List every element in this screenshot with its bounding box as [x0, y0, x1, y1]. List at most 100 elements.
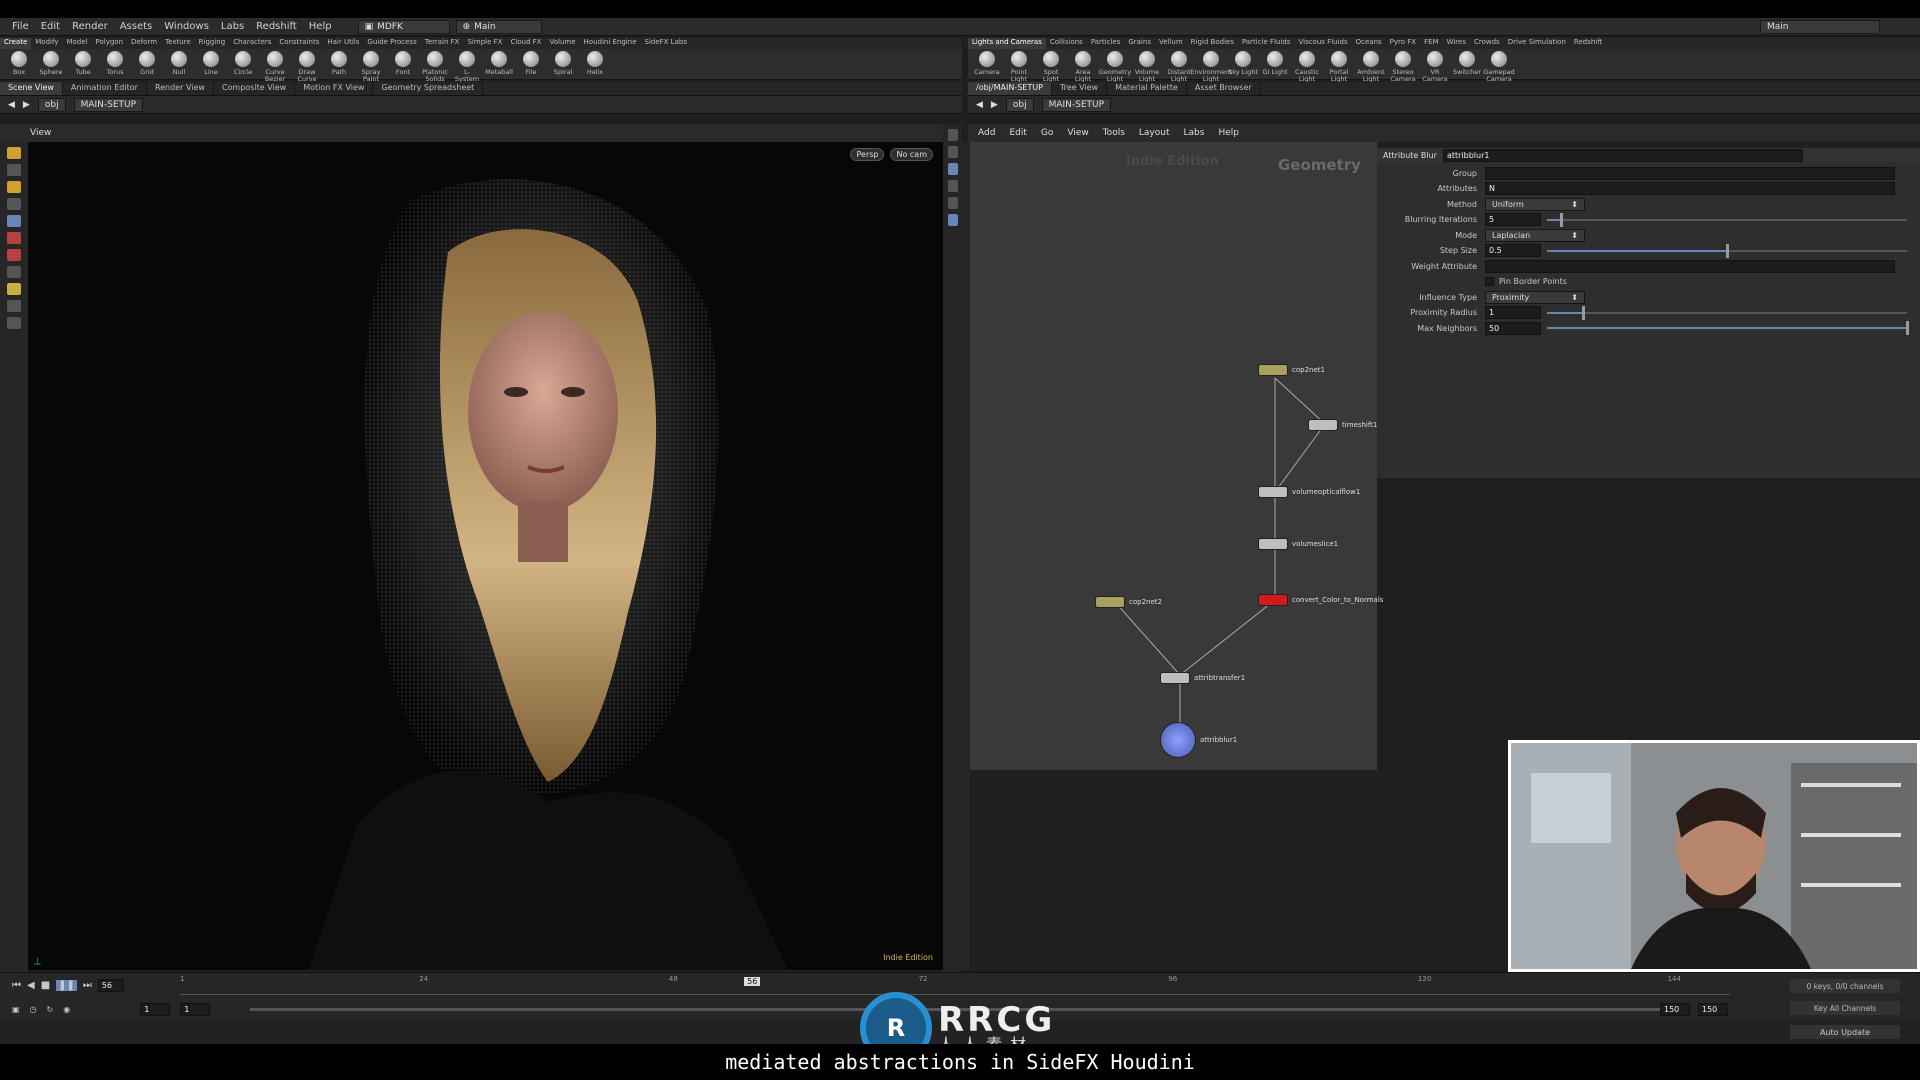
network-node[interactable]: timeshift1	[1308, 419, 1377, 431]
menu-file[interactable]: File	[6, 21, 35, 32]
network-node[interactable]: volumeslice1	[1258, 538, 1338, 550]
menu-edit[interactable]: Edit	[35, 21, 66, 32]
desktop-selector[interactable]: ▣ MDFK	[357, 19, 450, 34]
tab-simple-fx[interactable]: Simple FX	[463, 38, 506, 49]
tab-terrain-fx[interactable]: Terrain FX	[421, 38, 464, 49]
tab-redshift[interactable]: Redshift	[1570, 38, 1606, 49]
display-icon[interactable]	[947, 129, 958, 141]
network-node[interactable]: cop2net2	[1095, 596, 1162, 608]
network-menu-view[interactable]: View	[1067, 128, 1088, 138]
select-tool-icon[interactable]	[7, 147, 21, 159]
tool-camera[interactable]: Camera	[972, 51, 1002, 83]
tool-font[interactable]: Font	[388, 51, 418, 83]
tool-switcher[interactable]: Switcher	[1452, 51, 1482, 83]
tab-motion-fx-view[interactable]: Motion FX View	[295, 82, 374, 95]
tab-particle-fluids[interactable]: Particle Fluids	[1238, 38, 1295, 49]
menu-windows[interactable]: Windows	[158, 21, 215, 32]
current-frame-field[interactable]: 56	[97, 979, 124, 992]
param-field[interactable]	[1485, 166, 1895, 180]
tool-geometry-light[interactable]: Geometry Light	[1099, 51, 1131, 83]
network-node[interactable]: volumeopticalflow1	[1258, 486, 1360, 498]
tool-platonic-solids[interactable]: Platonic Solids	[420, 51, 450, 83]
param-field[interactable]: N	[1485, 182, 1895, 195]
tab-characters[interactable]: Characters	[229, 38, 275, 49]
tab-tree-view[interactable]: Tree View	[1052, 82, 1108, 95]
persp-menu[interactable]: Persp	[850, 148, 885, 161]
tab-modify[interactable]: Modify	[31, 38, 62, 49]
tool-environment-light[interactable]: Environment Light	[1190, 51, 1232, 83]
tool-grid[interactable]: Grid	[132, 51, 162, 83]
tab-hair-utils[interactable]: Hair Utils	[323, 38, 363, 49]
menu-redshift[interactable]: Redshift	[250, 21, 303, 32]
tool-gamepad-camera[interactable]: Gamepad Camera	[1483, 51, 1515, 83]
scene-viewport[interactable]: ⟂ Persp No cam Indie Edition	[28, 142, 943, 970]
context-selector[interactable]: ⊕ Main	[455, 19, 542, 34]
tab-grains[interactable]: Grains	[1124, 38, 1155, 49]
rotate-tool-icon[interactable]	[7, 249, 21, 261]
tool-spray-paint[interactable]: Spray Paint	[356, 51, 386, 83]
wireframe-icon[interactable]	[947, 197, 958, 209]
shading-icon[interactable]	[947, 180, 958, 192]
tool-l-system[interactable]: L-System	[452, 51, 482, 83]
tab-lights-and-cameras[interactable]: Lights and Cameras	[968, 38, 1046, 49]
tool-line[interactable]: Line	[196, 51, 226, 83]
param-slider[interactable]	[1547, 305, 1907, 320]
end-frame-field[interactable]: 150	[1660, 1003, 1690, 1016]
tab-collisions[interactable]: Collisions	[1046, 38, 1087, 49]
tool-point-light[interactable]: Point Light	[1004, 51, 1034, 83]
tab--obj-main-setup[interactable]: /obj/MAIN-SETUP	[968, 82, 1052, 95]
tab-particles[interactable]: Particles	[1087, 38, 1125, 49]
tool-file[interactable]: File	[516, 51, 546, 83]
transform-tool-icon[interactable]	[7, 232, 21, 244]
tab-polygon[interactable]: Polygon	[92, 38, 128, 49]
path-obj[interactable]: obj	[1005, 97, 1034, 112]
network-editor[interactable]: Indie Edition Geometry cop2net1 timeshif…	[970, 142, 1383, 770]
back-arrow-icon[interactable]: ◀	[8, 100, 15, 110]
tab-material-palette[interactable]: Material Palette	[1107, 82, 1187, 95]
checkbox[interactable]	[1485, 277, 1494, 286]
tool-curve-bezier[interactable]: Curve Bezier	[260, 51, 290, 83]
param-slider[interactable]	[1547, 212, 1907, 227]
tab-geometry-spreadsheet[interactable]: Geometry Spreadsheet	[373, 82, 484, 95]
lock-camera-icon[interactable]	[947, 146, 958, 158]
menu-labs[interactable]: Labs	[215, 21, 250, 32]
param-value-field[interactable]: 0.5	[1485, 244, 1541, 257]
tool-path[interactable]: Path	[324, 51, 354, 83]
menu-help[interactable]: Help	[303, 21, 338, 32]
tool-sphere[interactable]: Sphere	[36, 51, 66, 83]
pause-icon[interactable]: ❚❚	[56, 980, 77, 991]
tab-viscous-fluids[interactable]: Viscous Fluids	[1295, 38, 1352, 49]
tab-guide-process[interactable]: Guide Process	[363, 38, 420, 49]
tab-render-view[interactable]: Render View	[147, 82, 214, 95]
network-menu-help[interactable]: Help	[1218, 128, 1239, 138]
start-frame-field[interactable]: 1	[140, 1003, 171, 1016]
tab-rigging[interactable]: Rigging	[195, 38, 230, 49]
main-selector[interactable]: Main	[1760, 19, 1880, 34]
tab-animation-editor[interactable]: Animation Editor	[63, 82, 147, 95]
tab-pyro-fx[interactable]: Pyro FX	[1386, 38, 1420, 49]
tool-spot-light[interactable]: Spot Light	[1036, 51, 1066, 83]
step-back-icon[interactable]: ◀	[27, 980, 35, 991]
start2-frame-field[interactable]: 1	[180, 1003, 211, 1016]
tab-vellum[interactable]: Vellum	[1155, 38, 1187, 49]
forward-arrow-icon[interactable]: ▶	[991, 100, 998, 110]
lock-tool-icon[interactable]	[7, 215, 21, 227]
network-menu-layout[interactable]: Layout	[1139, 128, 1170, 138]
network-node[interactable]: cop2net1	[1258, 364, 1325, 376]
tab-houdini-engine[interactable]: Houdini Engine	[580, 38, 641, 49]
range-start-icon[interactable]: ▣	[12, 1005, 20, 1014]
tool-null[interactable]: Null	[164, 51, 194, 83]
path-node[interactable]: MAIN-SETUP	[1041, 97, 1112, 112]
tab-create[interactable]: Create	[0, 38, 32, 49]
tool-caustic-light[interactable]: Caustic Light	[1292, 51, 1322, 83]
path-obj[interactable]: obj	[37, 97, 66, 112]
auto-update-button[interactable]: Auto Update	[1790, 1025, 1900, 1039]
network-node[interactable]: convert_Color_to_Normals	[1258, 594, 1383, 606]
jump-end-icon[interactable]: ⏭	[83, 980, 92, 991]
tool-gi-light[interactable]: GI Light	[1260, 51, 1290, 83]
tool-spiral[interactable]: Spiral	[548, 51, 578, 83]
tab-asset-browser[interactable]: Asset Browser	[1187, 82, 1261, 95]
pose-tool-icon[interactable]	[7, 283, 21, 295]
tool-area-light[interactable]: Area Light	[1068, 51, 1098, 83]
tool-helix[interactable]: Helix	[580, 51, 610, 83]
